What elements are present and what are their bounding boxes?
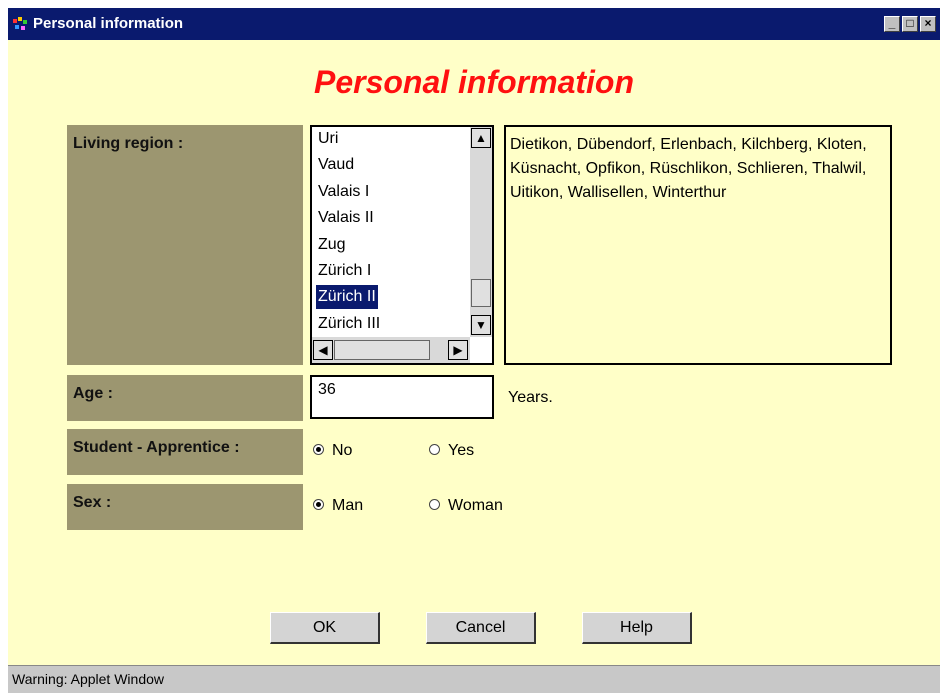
radio-checked-icon[interactable] [313, 444, 324, 456]
radio-unchecked-icon[interactable] [429, 444, 440, 456]
radio-label: Yes [448, 442, 475, 459]
student-apprentice-label: Student - Apprentice : [67, 429, 303, 475]
scroll-right-icon[interactable]: ▶ [448, 340, 468, 360]
region-cities-textarea[interactable]: Dietikon, Dübendorf, Erlenbach, Kilchber… [504, 125, 892, 365]
region-option[interactable]: Valais I [316, 180, 371, 204]
sex-man-radio[interactable]: Man [313, 497, 363, 515]
student-yes-radio[interactable]: Yes [429, 442, 474, 460]
applet-window: Personal information _ □ × Personal info… [8, 8, 940, 693]
region-option-selected[interactable]: Zürich II [316, 285, 378, 309]
close-icon[interactable]: × [920, 16, 936, 32]
living-region-label: Living region : [67, 125, 303, 365]
region-option[interactable]: Valais II [316, 206, 376, 230]
title-bar[interactable]: Personal information _ □ × [8, 8, 940, 40]
region-option[interactable]: Vaud [316, 153, 356, 177]
listbox-horizontal-scrollbar[interactable]: ◀ ▶ [312, 337, 470, 363]
vertical-scroll-thumb[interactable] [471, 279, 491, 307]
student-no-radio[interactable]: No [313, 442, 352, 460]
status-bar: Warning: Applet Window [8, 665, 940, 693]
window-title: Personal information [33, 15, 184, 32]
region-option[interactable]: Zürich III [316, 312, 382, 336]
horizontal-scroll-thumb[interactable] [334, 340, 430, 360]
scroll-up-icon[interactable]: ▲ [471, 128, 491, 148]
java-app-icon [13, 17, 27, 30]
sex-woman-radio[interactable]: Woman [429, 497, 503, 515]
cancel-button[interactable]: Cancel [426, 612, 536, 644]
scroll-left-icon[interactable]: ◀ [313, 340, 333, 360]
radio-label: No [332, 442, 353, 459]
age-input[interactable]: 36 [310, 375, 494, 419]
radio-checked-icon[interactable] [313, 499, 324, 511]
help-button[interactable]: Help [582, 612, 692, 644]
radio-label: Woman [448, 497, 503, 514]
scroll-down-icon[interactable]: ▼ [471, 315, 491, 335]
maximize-icon[interactable]: □ [902, 16, 918, 32]
age-label: Age : [67, 375, 303, 421]
region-option[interactable]: Uri [316, 127, 340, 151]
radio-unchecked-icon[interactable] [429, 499, 440, 511]
ok-button[interactable]: OK [270, 612, 380, 644]
region-listbox[interactable]: Uri Vaud Valais I Valais II Zug Zürich I… [310, 125, 494, 365]
radio-label: Man [332, 497, 364, 514]
region-option[interactable]: Zürich I [316, 259, 373, 283]
sex-label: Sex : [67, 484, 303, 530]
region-option[interactable]: Zug [316, 233, 348, 257]
listbox-vertical-scrollbar[interactable]: ▲ ▼ [470, 127, 492, 337]
age-unit-label: Years. [508, 389, 553, 406]
page-title: Personal information [313, 64, 635, 100]
minimize-icon[interactable]: _ [884, 16, 900, 32]
